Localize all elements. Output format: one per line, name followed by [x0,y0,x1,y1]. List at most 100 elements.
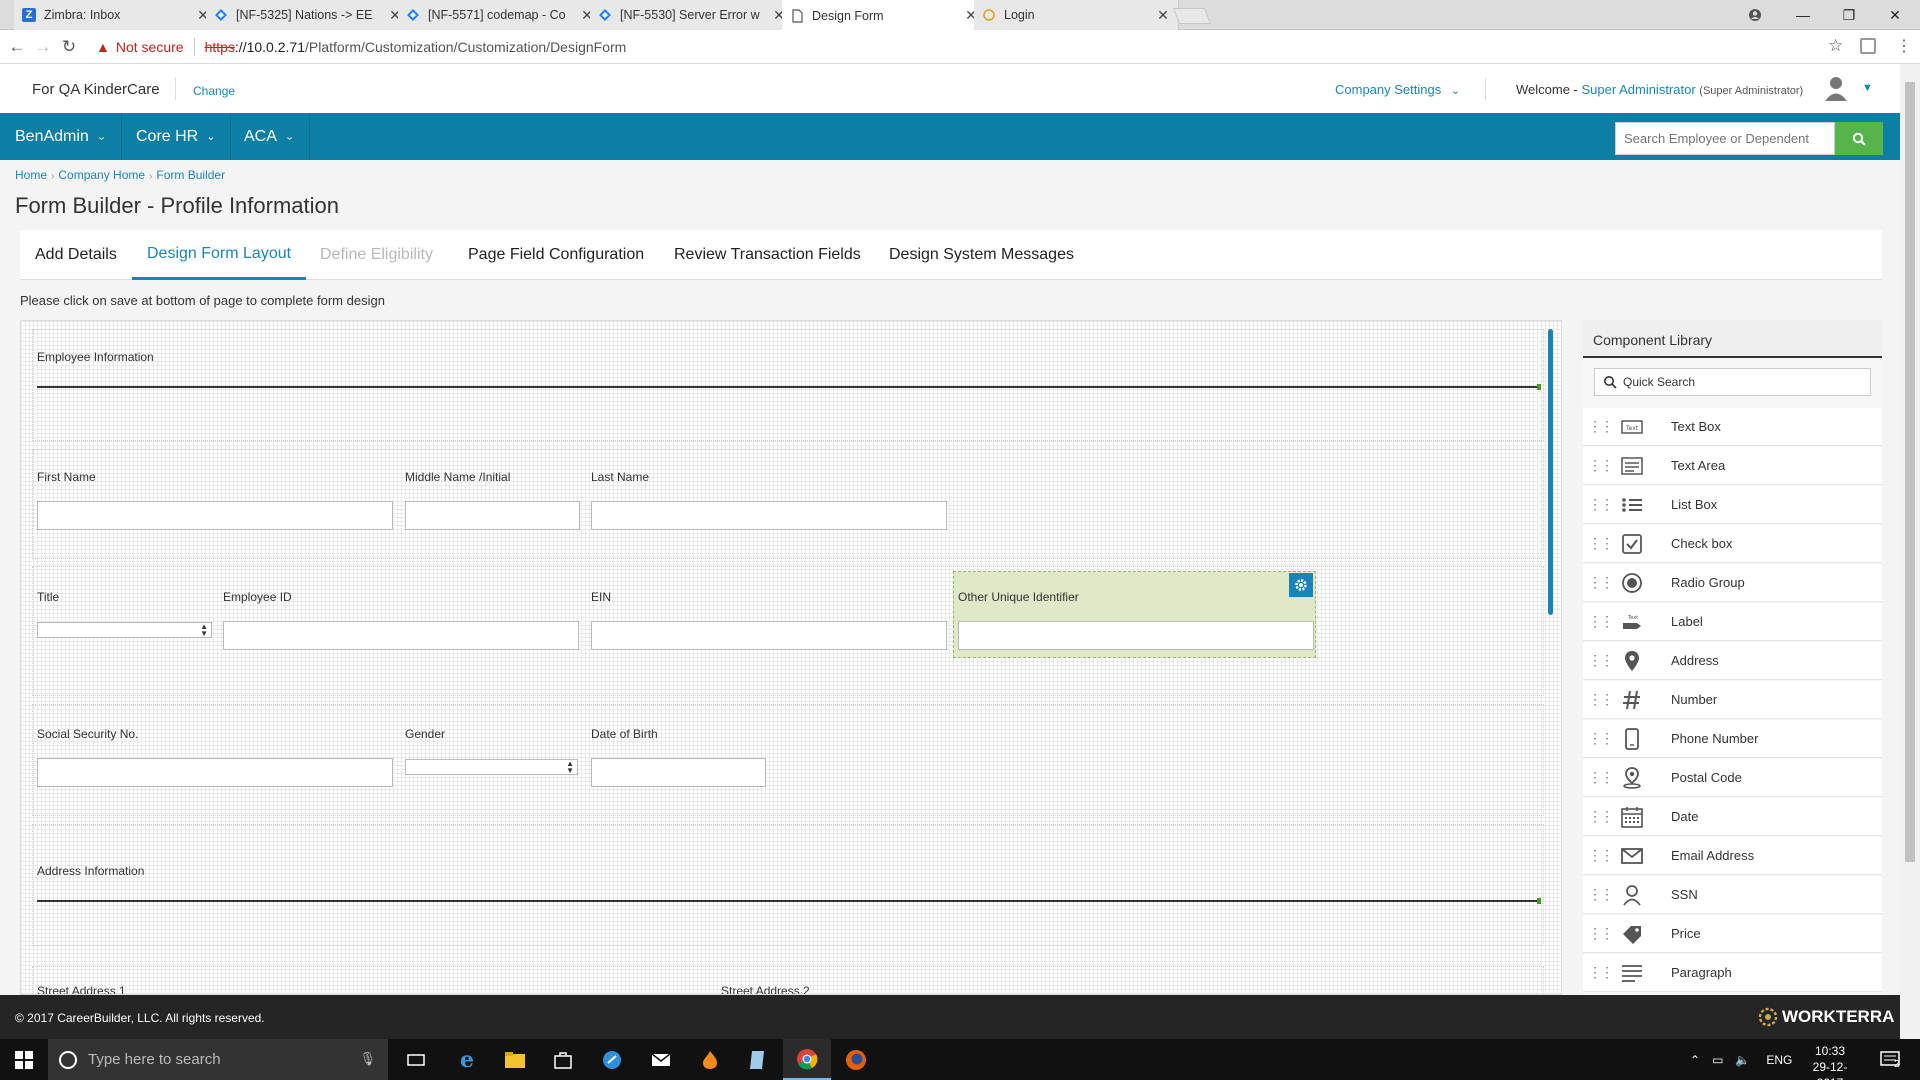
drag-handle-icon[interactable]: ⋮⋮ [1583,769,1617,786]
drag-handle-icon[interactable]: ⋮⋮ [1583,964,1617,981]
tab-design-system-messages[interactable]: Design System Messages [889,230,1074,280]
tray-expand-icon[interactable]: ⌃ [1690,1053,1700,1067]
network-icon[interactable]: ▭ [1712,1053,1723,1067]
user-name-link[interactable]: Super Administrator [1582,82,1696,97]
start-button[interactable] [0,1039,48,1080]
field-settings-button[interactable] [1289,573,1313,597]
library-item-paragraph[interactable]: ⋮⋮ Paragraph [1583,954,1882,992]
restore-icon[interactable]: ❐ [1826,0,1872,30]
drag-handle-icon[interactable]: ⋮⋮ [1583,691,1617,708]
library-item-check-box[interactable]: ⋮⋮ Check box [1583,525,1882,563]
browser-tab-zimbra[interactable]: Z Zimbra: Inbox ✕ [14,0,219,30]
browser-tab-nf5571[interactable]: [NF-5571] codemap - Co ✕ [398,0,603,30]
library-item-radio-group[interactable]: ⋮⋮ Radio Group [1583,564,1882,602]
window-close-icon[interactable]: ✕ [1872,0,1918,30]
library-item-postal-code[interactable]: ⋮⋮ Postal Code [1583,759,1882,797]
forward-icon[interactable]: → [30,37,56,57]
form-design-canvas[interactable]: Employee Information First Name Middle N… [20,320,1562,995]
app-icon-blue[interactable] [588,1039,636,1080]
nav-benadmin[interactable]: BenAdmin ⌄ [0,113,123,160]
avatar[interactable] [1822,74,1850,102]
library-item-phone-number[interactable]: ⋮⋮ Phone Number [1583,720,1882,758]
reload-icon[interactable]: ↻ [56,37,82,57]
middle-name-field[interactable] [405,501,580,530]
taskbar-search[interactable]: Type here to search 🎙 [48,1039,388,1080]
page-scrollbar-thumb[interactable] [1905,82,1915,862]
taskbar-clock[interactable]: 10:3329-12-2017 [1800,1043,1860,1080]
url-field[interactable]: https://10.0.2.71/Platform/Customization… [205,39,627,55]
page-scrollbar[interactable] [1900,64,1920,1039]
library-item-label[interactable]: ⋮⋮ Text Label [1583,603,1882,641]
drag-handle-icon[interactable]: ⋮⋮ [1583,535,1617,552]
search-button[interactable] [1835,122,1883,155]
breadcrumb-company-home[interactable]: Company Home [58,168,145,182]
drag-handle-icon[interactable]: ⋮⋮ [1583,613,1617,630]
library-item-date[interactable]: ⋮⋮ Date [1583,798,1882,836]
gender-select[interactable]: ▲ ▼ [405,759,578,775]
date-of-birth-field[interactable] [591,758,766,787]
library-item-text-area[interactable]: ⋮⋮ Text Area [1583,447,1882,485]
breadcrumb-home[interactable]: Home [15,168,47,182]
other-unique-identifier-field[interactable] [958,621,1314,650]
library-item-ssn[interactable]: ⋮⋮ SSN [1583,876,1882,914]
file-explorer-icon[interactable] [491,1039,539,1080]
user-menu-chevron-icon[interactable]: ▼ [1862,82,1873,94]
library-item-email-address[interactable]: ⋮⋮ Email Address [1583,837,1882,875]
drag-handle-icon[interactable]: ⋮⋮ [1583,652,1617,669]
first-name-field[interactable] [37,501,393,530]
library-item-address[interactable]: ⋮⋮ Address [1583,642,1882,680]
nav-aca[interactable]: ACA ⌄ [229,113,311,160]
drag-handle-icon[interactable]: ⋮⋮ [1583,574,1617,591]
new-tab-button[interactable] [1173,8,1211,24]
drag-handle-icon[interactable]: ⋮⋮ [1583,886,1617,903]
language-indicator[interactable]: ENG [1766,1053,1792,1067]
employee-search-input[interactable] [1615,122,1835,155]
drag-handle-icon[interactable]: ⋮⋮ [1583,847,1617,864]
microphone-icon[interactable]: 🎙 [359,1051,376,1067]
library-item-text-box[interactable]: ⋮⋮ Text Text Box [1583,408,1882,446]
company-settings-menu[interactable]: Company Settings ⌄ [1335,82,1460,97]
breadcrumb-form-builder[interactable]: Form Builder [156,168,225,182]
chrome-icon[interactable] [783,1039,831,1080]
firefox-icon[interactable] [832,1039,880,1080]
nav-core-hr[interactable]: Core HR ⌄ [121,113,232,160]
title-select[interactable]: ▲ ▼ [37,622,212,638]
browser-tab-nf5325[interactable]: [NF-5325] Nations -> EE ✕ [206,0,411,30]
mail-icon[interactable] [637,1039,685,1080]
library-item-price[interactable]: ⋮⋮ Price [1583,915,1882,953]
canvas-scrollbar[interactable] [1548,329,1553,615]
browser-menu-icon[interactable]: ⋮ [1896,36,1912,56]
tab-add-details[interactable]: Add Details [35,230,117,280]
minimize-icon[interactable]: — [1780,0,1826,30]
drag-handle-icon[interactable]: ⋮⋮ [1583,730,1617,747]
employee-id-field[interactable] [223,621,579,650]
section-resize-handle[interactable] [1537,898,1541,904]
browser-tab-design-form[interactable]: Design Form ✕ [782,0,987,31]
drag-handle-icon[interactable]: ⋮⋮ [1583,457,1617,474]
quick-search-input[interactable]: Quick Search [1594,368,1871,396]
back-icon[interactable]: ← [4,37,30,57]
section-row-employee-info[interactable] [32,329,1544,441]
change-company-link[interactable]: Change [193,84,235,98]
profile-icon[interactable] [1732,0,1778,30]
edge-icon[interactable]: e [443,1039,491,1080]
browser-tab-login[interactable]: Login ✕ [974,0,1179,30]
security-indicator[interactable]: ▲ Not secure [96,39,184,55]
app-icon-flame[interactable] [686,1039,734,1080]
bookmark-star-icon[interactable]: ☆ [1828,36,1843,56]
section-row-address-info[interactable] [32,824,1544,946]
library-item-list-box[interactable]: ⋮⋮ List Box [1583,486,1882,524]
drag-handle-icon[interactable]: ⋮⋮ [1583,418,1617,435]
tab-review-transaction-fields[interactable]: Review Transaction Fields [674,230,861,280]
volume-icon[interactable]: 🔈 [1735,1053,1750,1067]
task-view-icon[interactable] [392,1039,440,1080]
ssn-field[interactable] [37,758,393,787]
tab-design-form-layout[interactable]: Design Form Layout [132,230,307,280]
section-resize-handle[interactable] [1537,384,1541,390]
store-icon[interactable] [539,1039,587,1080]
browser-tab-nf5530[interactable]: [NF-5530] Server Error w ✕ [590,0,795,30]
ein-field[interactable] [591,621,947,650]
drag-handle-icon[interactable]: ⋮⋮ [1583,496,1617,513]
last-name-field[interactable] [591,501,947,530]
extension-icon[interactable] [1860,38,1876,54]
